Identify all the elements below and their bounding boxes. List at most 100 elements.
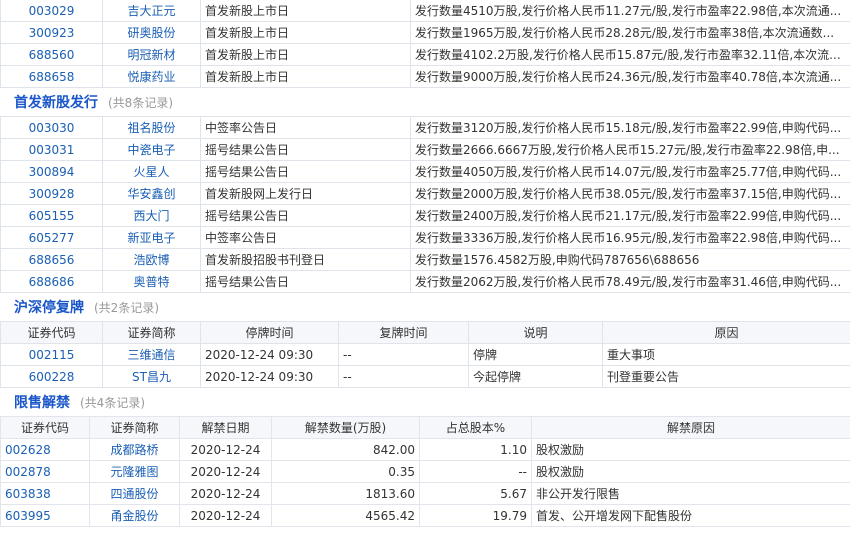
column-header: 解禁日期	[179, 416, 272, 439]
stock-code[interactable]: 688560	[0, 43, 103, 66]
stock-code-link[interactable]: 002878	[5, 465, 51, 479]
event-detail: 发行数量1965万股,发行价格人民币28.28元/股,发行市盈率38倍,本次流通…	[410, 21, 850, 44]
stock-code-link[interactable]: 688656	[29, 253, 75, 267]
unlock-date: 2020-12-24	[179, 438, 272, 461]
stock-code[interactable]: 605155	[0, 204, 103, 227]
stock-code[interactable]: 002628	[0, 438, 90, 461]
stock-name[interactable]: 火星人	[102, 160, 201, 183]
stock-code-link[interactable]: 688686	[29, 275, 75, 289]
stock-name[interactable]: 西大门	[102, 204, 201, 227]
stock-name[interactable]: 四通股份	[89, 482, 180, 505]
stock-name-link[interactable]: 研奥股份	[127, 26, 175, 40]
note: 停牌	[468, 343, 603, 366]
stock-code-link[interactable]: 600228	[29, 370, 75, 384]
stock-code[interactable]: 688658	[0, 65, 103, 88]
stock-name[interactable]: 中瓷电子	[102, 138, 201, 161]
stock-code[interactable]: 688686	[0, 270, 103, 293]
stock-name[interactable]: 成都路桥	[89, 438, 180, 461]
stock-name[interactable]: 奥普特	[102, 270, 201, 293]
resume-time: --	[338, 365, 469, 388]
stock-name-link[interactable]: 吉大正元	[127, 4, 175, 18]
stock-code[interactable]: 605277	[0, 226, 103, 249]
ipo-listing-table: 003029 吉大正元 首发新股上市日 发行数量4510万股,发行价格人民币11.27…	[0, 0, 850, 88]
event-type: 摇号结果公告日	[200, 160, 411, 183]
stock-name[interactable]: 悦康药业	[102, 65, 201, 88]
stock-name[interactable]: 明冠新材	[102, 43, 201, 66]
stock-name-link[interactable]: 甬金股份	[110, 509, 158, 523]
stock-name-link[interactable]: 成都路桥	[110, 443, 158, 457]
stock-name-link[interactable]: 浩欧博	[133, 253, 169, 267]
column-header: 复牌时间	[338, 321, 469, 344]
stock-name-link[interactable]: 华安鑫创	[127, 187, 175, 201]
section-suspension: 沪深停复牌 (共2条记录)	[0, 293, 850, 321]
table-row: 003029 吉大正元 首发新股上市日 发行数量4510万股,发行价格人民币11.27…	[0, 0, 850, 22]
stock-code-link[interactable]: 300928	[29, 187, 75, 201]
stock-name[interactable]: 华安鑫创	[102, 182, 201, 205]
suspension-table: 证券代码 证券简称 停牌时间 复牌时间 说明 原因 002115 三维通信 2020-12-2…	[0, 321, 850, 388]
stock-name-link[interactable]: 元隆雅图	[110, 465, 158, 479]
table-row: 603995 甬金股份 2020-12-24 4565.42 19.79 首发、公开增发网…	[0, 504, 850, 527]
table-row: 002115 三维通信 2020-12-24 09:30 -- 停牌 重大事项	[0, 343, 850, 366]
stock-name[interactable]: 吉大正元	[102, 0, 201, 22]
event-type: 首发新股上市日	[200, 0, 411, 22]
stock-name[interactable]: 三维通信	[102, 343, 201, 366]
stock-code-link[interactable]: 003031	[29, 143, 75, 157]
stock-code-link[interactable]: 002115	[29, 348, 75, 362]
stock-name[interactable]: ST昌九	[102, 365, 201, 388]
stock-code-link[interactable]: 300923	[29, 26, 75, 40]
stock-code-link[interactable]: 002628	[5, 443, 51, 457]
unlock-reason: 股权激励	[531, 438, 850, 461]
stock-name-link[interactable]: 三维通信	[127, 348, 175, 362]
event-type: 首发新股上市日	[200, 65, 411, 88]
share-percent: --	[419, 460, 532, 483]
stock-name[interactable]: 元隆雅图	[89, 460, 180, 483]
stock-code-link[interactable]: 300894	[29, 165, 75, 179]
stock-code-link[interactable]: 688560	[29, 48, 75, 62]
stock-code-link[interactable]: 003030	[29, 121, 75, 135]
event-type: 摇号结果公告日	[200, 270, 411, 293]
stock-name-link[interactable]: 四通股份	[110, 487, 158, 501]
stock-code-link[interactable]: 603995	[5, 509, 51, 523]
stock-code[interactable]: 300928	[0, 182, 103, 205]
event-type: 首发新股招股书刊登日	[200, 248, 411, 271]
stock-name-link[interactable]: 新亚电子	[127, 231, 175, 245]
stock-name[interactable]: 新亚电子	[102, 226, 201, 249]
stock-code[interactable]: 003030	[0, 116, 103, 139]
stock-name[interactable]: 甬金股份	[89, 504, 180, 527]
stock-code[interactable]: 603838	[0, 482, 90, 505]
stock-code-link[interactable]: 688658	[29, 70, 75, 84]
stock-name-link[interactable]: 火星人	[133, 165, 169, 179]
table-row: 688656 浩欧博 首发新股招股书刊登日 发行数量1576.4582万股,申购代码7…	[0, 248, 850, 271]
stock-code[interactable]: 003031	[0, 138, 103, 161]
stock-code[interactable]: 603995	[0, 504, 90, 527]
stock-name-link[interactable]: 明冠新材	[127, 48, 175, 62]
stock-code[interactable]: 002115	[0, 343, 103, 366]
unlock-quantity: 842.00	[271, 438, 420, 461]
stock-name[interactable]: 研奥股份	[102, 21, 201, 44]
stock-code[interactable]: 003029	[0, 0, 103, 22]
stock-name-link[interactable]: 悦康药业	[127, 70, 175, 84]
unlock-quantity: 1813.60	[271, 482, 420, 505]
section-title: 限售解禁	[14, 395, 70, 411]
stock-name-link[interactable]: 西大门	[133, 209, 169, 223]
stock-code[interactable]: 600228	[0, 365, 103, 388]
stock-code[interactable]: 002878	[0, 460, 90, 483]
stock-code[interactable]: 300923	[0, 21, 103, 44]
stock-code-link[interactable]: 603838	[5, 487, 51, 501]
stock-name[interactable]: 祖名股份	[102, 116, 201, 139]
stock-code-link[interactable]: 605277	[29, 231, 75, 245]
table-row: 300928 华安鑫创 首发新股网上发行日 发行数量2000万股,发行价格人民币38.…	[0, 182, 850, 205]
stock-name-link[interactable]: 奥普特	[133, 275, 169, 289]
stock-code-link[interactable]: 605155	[29, 209, 75, 223]
stock-name-link[interactable]: 中瓷电子	[127, 143, 175, 157]
stock-code-link[interactable]: 003029	[29, 4, 75, 18]
stock-code[interactable]: 688656	[0, 248, 103, 271]
stock-code[interactable]: 300894	[0, 160, 103, 183]
section-title: 沪深停复牌	[14, 300, 84, 316]
stock-name-link[interactable]: 祖名股份	[127, 121, 175, 135]
table-row: 688560 明冠新材 首发新股上市日 发行数量4102.2万股,发行价格人民币15.…	[0, 43, 850, 66]
column-header: 证券简称	[89, 416, 180, 439]
stock-name-link[interactable]: ST昌九	[132, 370, 171, 384]
stock-name[interactable]: 浩欧博	[102, 248, 201, 271]
column-header: 证券简称	[102, 321, 201, 344]
